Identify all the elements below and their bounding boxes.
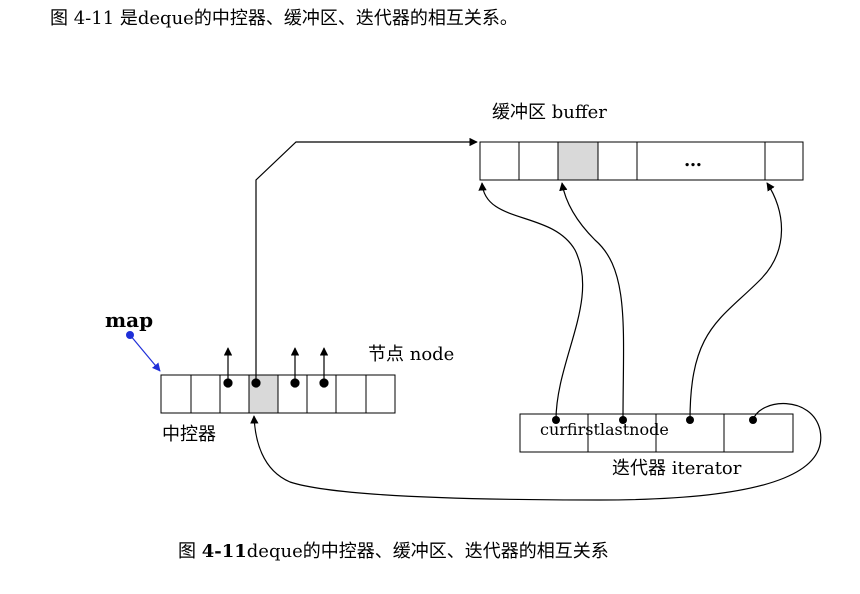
cur-pointer xyxy=(478,182,584,421)
buffer-current-cell xyxy=(557,141,599,181)
last-pointer xyxy=(689,182,783,421)
caption-number: 4-11 xyxy=(201,541,247,562)
iterator-label: 迭代器 iterator xyxy=(612,458,742,479)
buffer-ellipsis: … xyxy=(684,150,702,171)
map-control-label: 中控器 xyxy=(162,424,216,445)
caption-prefix: 图 xyxy=(178,541,202,562)
deque-diagram: … xyxy=(126,137,822,501)
map-pointer xyxy=(126,331,161,372)
caption-text: deque的中控器、缓冲区、迭代器的相互关系 xyxy=(246,541,609,562)
node-label: 节点 node xyxy=(368,344,455,365)
iterator-fields-label: curfirstlastnode xyxy=(540,420,669,439)
map-label: map xyxy=(105,308,154,332)
buffer-label: 缓冲区 buffer xyxy=(492,102,607,123)
figure-caption-bottom: 图 4-11deque的中控器、缓冲区、迭代器的相互关系 xyxy=(178,543,609,561)
map-array xyxy=(160,374,396,414)
buffer-array xyxy=(479,141,804,181)
first-pointer xyxy=(559,182,625,421)
